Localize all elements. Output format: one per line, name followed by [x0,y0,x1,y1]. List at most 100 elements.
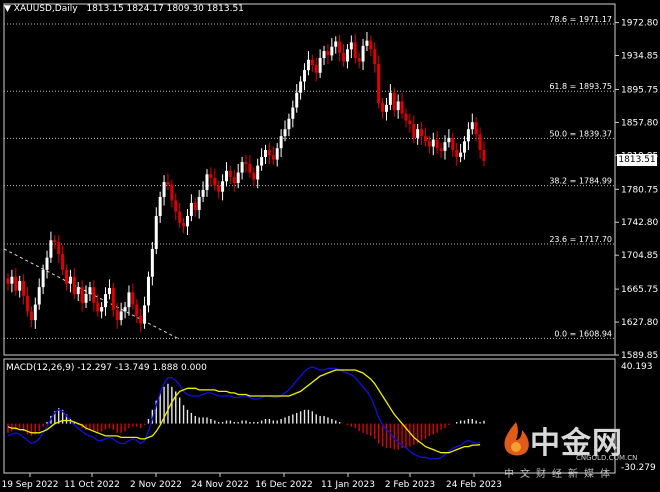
candle-body [303,70,307,82]
candle-body [271,155,275,160]
candle-body [427,141,431,147]
candle-body [68,276,72,284]
candle-body [166,182,170,185]
price-axis-label: 1972.80 [621,19,658,29]
candle-body [10,276,14,284]
candle-body [291,107,295,119]
candle-body [29,311,33,321]
candle-body [213,177,217,186]
fib-level-label: 23.6 = 1717.70 [549,235,612,244]
price-axis-label: 1627.80 [621,318,658,328]
macd-header: MACD(12,26,9) -12.297 -13.749 1.888 0.00… [6,363,207,373]
candle-body [119,311,123,321]
candle-body [170,184,174,201]
candle-body [466,129,470,142]
candle-body [342,52,346,62]
candle-body [182,222,186,227]
candle-body [139,315,143,324]
ohlc-values: 1813.15 1824.17 1809.30 1813.51 [86,4,244,14]
date-axis-label: 16 Dec 2022 [255,480,313,490]
cngold-logo: 中金网 CNGOLD.COM.CN 中文财经新媒体 [500,418,650,480]
candle-body [377,64,381,104]
candle-body [88,287,92,295]
candle-body [447,137,451,143]
candle-body [41,269,45,288]
price-axis-label: 1934.85 [621,52,658,62]
candle-body [224,170,228,182]
candle-body [416,129,420,138]
price-axis-label: 1589.85 [621,351,658,361]
candle-body [361,45,365,62]
candle-body [404,113,408,121]
candle-body [384,104,388,112]
candle-body [123,307,127,312]
candle-body [423,136,427,142]
candle-body [162,182,166,197]
candle-body [115,309,119,321]
fib-level-label: 0.0 = 1608.94 [554,329,612,338]
candle-body [26,295,30,312]
candle-body [412,123,416,138]
candle-body [84,294,88,303]
candle-body [256,165,260,180]
candle-body [353,42,357,59]
candle-body [158,196,162,216]
flame-logo-icon [504,422,529,456]
price-axis-label: 1780.75 [621,185,658,195]
candle-body [143,305,147,324]
candle-body [131,292,135,305]
date-axis-label: 19 Sep 2022 [1,480,58,490]
candle-body [408,120,412,124]
candle-body [322,51,326,59]
price-axis-label: 1665.75 [621,285,658,295]
chart-header: ▼ XAUUSD,Daily 1813.15 1824.17 1809.30 1… [4,4,244,14]
candle-body [92,287,96,303]
candle-body [396,101,400,111]
candle-body [107,288,111,295]
candle-body [334,41,338,47]
candle-body [201,189,205,197]
candle-body [318,58,322,73]
candle-body [193,202,197,210]
candle-body [400,101,404,114]
candle-body [388,92,392,105]
candle-body [61,254,65,270]
candle-body [474,122,478,135]
collapse-triangle-icon[interactable]: ▼ [4,4,11,14]
candle-body [267,150,271,156]
price-axis-label: 1857.80 [621,118,658,128]
candle-body [338,41,342,53]
symbol-label: XAUUSD,Daily [13,4,78,14]
candle-body [260,156,264,166]
candle-body [22,281,26,296]
fib-level-label: 78.6 = 1971.17 [549,15,612,24]
candle-body [45,257,49,270]
candle-body [111,288,115,310]
candle-body [150,248,154,277]
candle-body [146,276,150,306]
candle-body [299,81,303,93]
candle-body [443,142,447,151]
candle-body [326,51,330,56]
candle-body [178,211,182,223]
candle-body [306,59,310,71]
candle-body [96,302,100,312]
candle-body [6,278,10,284]
candle-body [232,176,236,184]
current-price-tag: 1813.51 [617,154,657,166]
date-axis-label: 2 Feb 2023 [385,480,435,490]
candle-body [470,122,474,130]
candle-body [65,269,69,284]
candle-body [80,287,84,303]
logo-sub-text: 中文财经新媒体 [504,469,616,480]
price-panel-border [3,3,616,356]
candle-body [185,215,189,227]
candle-body [373,49,377,65]
candle-body [104,294,108,308]
candle-body [420,129,424,137]
candle-body [248,163,252,173]
date-axis-label: 11 Jan 2023 [321,480,375,490]
candle-body [349,42,353,50]
candle-body [275,148,279,160]
candle-body [236,172,240,184]
